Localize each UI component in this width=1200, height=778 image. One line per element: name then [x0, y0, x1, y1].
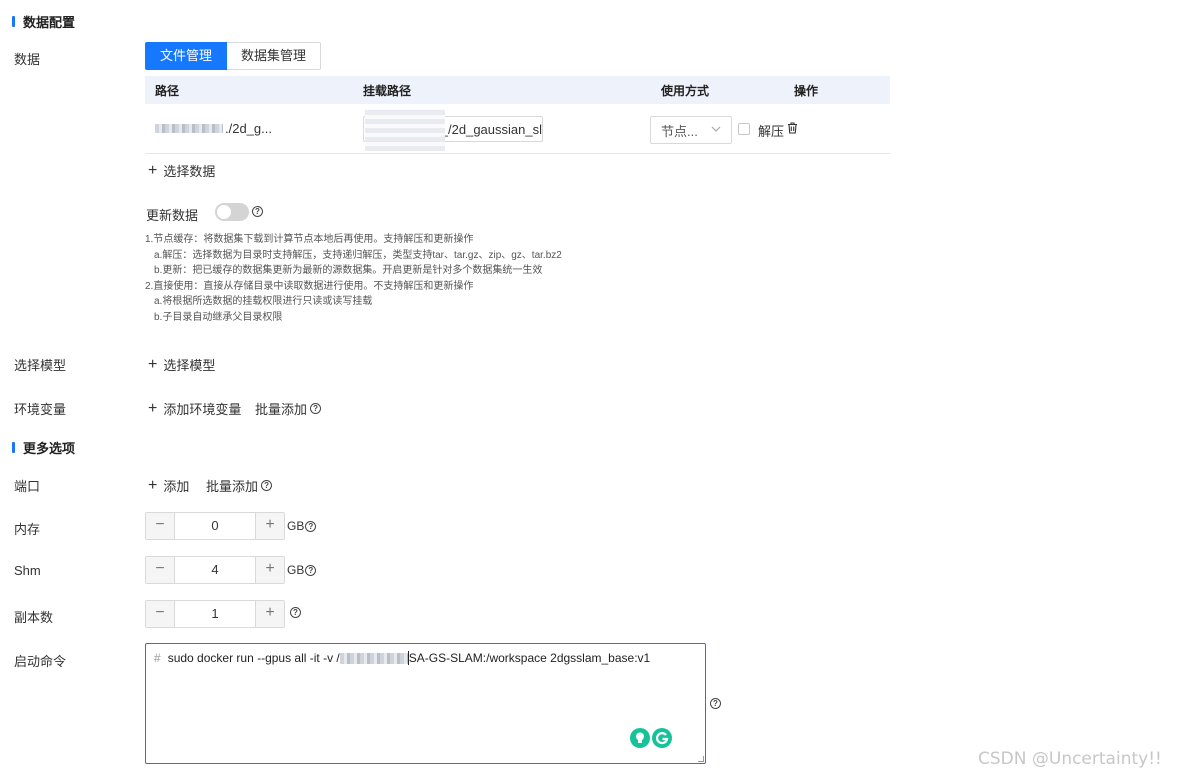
- header-action: 操作: [794, 83, 819, 98]
- section-title-data-config: 数据配置: [12, 12, 75, 31]
- redacted-command-path: [339, 652, 408, 664]
- shm-unit: GB ?: [287, 563, 317, 577]
- data-source-tabs: 文件管理 数据集管理: [145, 42, 322, 70]
- add-env-var-button[interactable]: + 添加环境变量: [148, 399, 241, 418]
- plus-icon: +: [148, 162, 158, 179]
- section-title-text: 数据配置: [23, 15, 76, 30]
- help-icon[interactable]: ?: [710, 698, 721, 709]
- data-usage-notes: 1.节点缓存：将数据集下载到计算节点本地后再使用。支持解压和更新操作 a.解压：…: [145, 232, 562, 325]
- add-port-label: 添加: [163, 479, 190, 494]
- replicas-unit: ?: [287, 607, 301, 618]
- help-icon[interactable]: ?: [290, 607, 301, 618]
- comment-hash: #: [154, 651, 161, 665]
- decrement-button[interactable]: −: [146, 557, 174, 583]
- unit-text: GB: [287, 563, 305, 577]
- select-model-button[interactable]: + 选择模型: [148, 355, 215, 374]
- header-path: 路径: [155, 83, 180, 98]
- note-line: b.子目录自动继承父目录权限: [154, 311, 283, 323]
- batch-add-label: 批量添加: [206, 479, 259, 494]
- shm-value[interactable]: 4: [174, 557, 256, 583]
- plus-icon: +: [148, 356, 158, 373]
- help-icon[interactable]: ?: [305, 520, 317, 532]
- unit-text: GB: [287, 519, 305, 533]
- add-env-var-label: 添加环境变量: [163, 402, 242, 417]
- usage-select[interactable]: 节点...: [650, 116, 732, 144]
- memory-value[interactable]: 0: [174, 513, 256, 539]
- label-memory: 内存: [14, 522, 41, 537]
- update-data-label: 更新数据: [146, 205, 198, 224]
- memory-stepper: − 0 +: [145, 512, 285, 540]
- command-suffix: SA-GS-SLAM:/workspace 2dgsslam_base:v1: [408, 651, 651, 665]
- label-port: 端口: [14, 479, 41, 494]
- plus-icon: +: [148, 400, 158, 417]
- command-text: # sudo docker run --gpus all -it -v / SA…: [154, 651, 650, 665]
- watermark: CSDN @Uncertainty!!: [978, 749, 1162, 769]
- mount-path-text: _/2d_gaussian_sl: [440, 121, 542, 137]
- increment-button[interactable]: +: [256, 601, 284, 627]
- batch-add-port-button[interactable]: 批量添加 ?: [206, 476, 273, 495]
- batch-add-env-button[interactable]: 批量添加 ?: [255, 399, 322, 418]
- label-replicas: 副本数: [14, 610, 54, 625]
- note-line: a.将根据所选数据的挂载权限进行只读或读写挂载: [154, 296, 373, 307]
- grammarly-widget[interactable]: [630, 728, 672, 748]
- update-data-toggle[interactable]: [215, 203, 249, 221]
- tab-file-management[interactable]: 文件管理: [145, 42, 228, 70]
- label-startup-command: 启动命令: [14, 654, 67, 669]
- help-icon[interactable]: ?: [252, 206, 263, 217]
- redacted-mount-path: [365, 109, 445, 151]
- note-line: b.更新：把已缓存的数据集更新为最新的源数据集。开启更新是针对多个数据集统一生效: [154, 265, 543, 276]
- help-icon[interactable]: ?: [310, 403, 322, 414]
- label-data: 数据: [14, 52, 41, 67]
- add-port-button[interactable]: + 添加: [148, 476, 189, 495]
- label-shm: Shm: [14, 563, 41, 578]
- section-marker: [12, 16, 15, 27]
- toggle-knob: [217, 205, 231, 219]
- note-line: 1.节点缓存：将数据集下载到计算节点本地后再使用。支持解压和更新操作: [145, 234, 474, 245]
- help-icon[interactable]: ?: [305, 564, 317, 576]
- update-data-text: 更新数据: [146, 208, 199, 223]
- note-line: 2.直接使用：直接从存储目录中读取数据进行使用。不支持解压和更新操作: [145, 280, 474, 292]
- replicas-value[interactable]: 1: [174, 601, 256, 627]
- redacted-path: [155, 124, 223, 133]
- path-cell: ./2d_g...: [155, 121, 272, 136]
- shm-stepper: − 4 +: [145, 556, 285, 584]
- usage-select-value: 节点...: [661, 123, 698, 139]
- label-select-model: 选择模型: [14, 358, 67, 373]
- bulb-icon[interactable]: [630, 728, 650, 748]
- plus-icon: +: [148, 477, 158, 494]
- select-data-button[interactable]: + 选择数据: [148, 161, 215, 180]
- increment-button[interactable]: +: [256, 557, 284, 583]
- grammarly-icon[interactable]: [652, 728, 672, 748]
- chevron-down-icon: [711, 124, 721, 137]
- resize-handle[interactable]: [698, 756, 704, 762]
- unzip-checkbox[interactable]: [738, 123, 750, 135]
- trash-icon[interactable]: [787, 122, 798, 137]
- section-marker: [12, 442, 15, 453]
- help-icon[interactable]: ?: [261, 480, 273, 491]
- decrement-button[interactable]: −: [146, 513, 174, 539]
- section-title-more-options: 更多选项: [12, 438, 75, 457]
- unzip-label: 解压: [758, 124, 785, 139]
- increment-button[interactable]: +: [256, 513, 284, 539]
- command-prefix: sudo docker run --gpus all -it -v /: [167, 651, 340, 665]
- header-usage: 使用方式: [661, 83, 710, 98]
- label-env-vars: 环境变量: [14, 402, 67, 417]
- tab-dataset-management[interactable]: 数据集管理: [227, 42, 322, 70]
- section-title-text: 更多选项: [23, 441, 76, 456]
- table-header: 路径 挂载路径 使用方式 操作: [145, 76, 890, 104]
- decrement-button[interactable]: −: [146, 601, 174, 627]
- batch-add-label: 批量添加: [255, 402, 308, 417]
- path-text: ./2d_g...: [225, 121, 272, 136]
- data-table: 路径 挂载路径 使用方式 操作 ./2d_g... _/2d_gaussian_…: [145, 76, 890, 154]
- select-model-label: 选择模型: [163, 358, 216, 373]
- select-data-label: 选择数据: [163, 164, 216, 179]
- note-line: a.解压：选择数据为目录时支持解压，支持递归解压，类型支持tar、tar.gz、…: [154, 249, 562, 261]
- replicas-stepper: − 1 +: [145, 600, 285, 628]
- memory-unit: GB ?: [287, 519, 317, 533]
- startup-command-textarea[interactable]: # sudo docker run --gpus all -it -v / SA…: [145, 643, 706, 764]
- header-mount-path: 挂载路径: [363, 83, 412, 98]
